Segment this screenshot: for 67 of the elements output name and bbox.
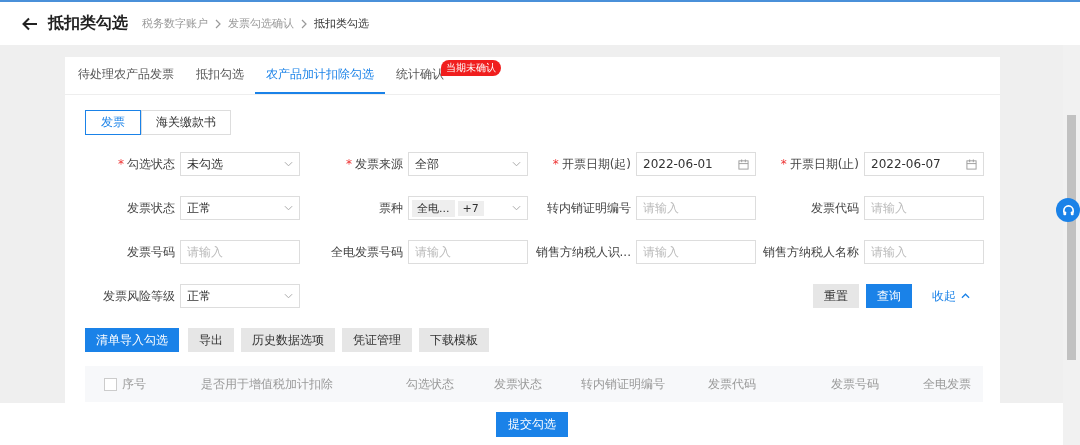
- input-field[interactable]: 请输入: [636, 196, 756, 220]
- collapse-link[interactable]: 收起: [932, 287, 970, 305]
- status-badge: 当期未确认: [441, 60, 501, 76]
- column-header: 序号: [122, 375, 147, 393]
- multi-select-field[interactable]: 全电... +7: [408, 196, 528, 220]
- input-field[interactable]: 请输入: [864, 240, 984, 264]
- submit-button[interactable]: 提交勾选: [495, 411, 568, 437]
- toolbar-button[interactable]: 历史数据选项: [241, 328, 335, 352]
- column-header: 发票状态: [494, 375, 543, 393]
- column-header: 全电发票: [923, 375, 972, 393]
- field-label: 票种: [378, 199, 403, 217]
- input-field[interactable]: 请输入: [180, 240, 300, 264]
- column-header: 转内销证明编号: [581, 375, 666, 393]
- select-tag: +7: [457, 200, 484, 216]
- field-label: 发票号码: [126, 243, 175, 261]
- column-header: 勾选状态: [406, 375, 455, 393]
- calendar-icon: [738, 158, 749, 170]
- field-label: 发票代码: [810, 199, 859, 217]
- toolbar-button[interactable]: 清单导入勾选: [85, 328, 179, 352]
- column-header: 发票代码: [708, 375, 757, 393]
- chevron-up-icon: [961, 293, 970, 299]
- input-field[interactable]: 请输入: [636, 240, 756, 264]
- field-label: 发票风险等级: [102, 287, 175, 305]
- page-title: 抵扣类勾选: [48, 13, 128, 34]
- reset-button[interactable]: 重置: [813, 284, 859, 308]
- select-field[interactable]: 未勾选: [180, 152, 300, 176]
- date-field[interactable]: 2022-06-01: [636, 152, 756, 176]
- tab[interactable]: 抵扣勾选: [185, 57, 255, 94]
- column-header: 发票号码: [831, 375, 880, 393]
- field-label: 销售方纳税人名称: [762, 243, 859, 261]
- field-label: 发票状态: [126, 199, 175, 217]
- toolbar-button[interactable]: 下载模板: [419, 328, 489, 352]
- tab[interactable]: 农产品加计扣除勾选: [255, 57, 385, 94]
- input-field[interactable]: 请输入: [408, 240, 528, 264]
- field-label: * 开票日期(止): [779, 155, 859, 173]
- segment-tab[interactable]: 发票: [85, 110, 141, 135]
- field-label: * 勾选状态: [117, 155, 175, 173]
- field-label: 转内销证明编号: [546, 199, 631, 217]
- query-button[interactable]: 查询: [866, 284, 912, 308]
- back-arrow-icon[interactable]: [22, 16, 38, 31]
- select-field[interactable]: 正常: [180, 196, 300, 220]
- column-header: 是否用于增值税加计扣除: [201, 375, 334, 393]
- toolbar-button[interactable]: 导出: [188, 328, 234, 352]
- field-label: 全电发票号码: [330, 243, 403, 261]
- input-field[interactable]: 请输入: [864, 196, 984, 220]
- chevron-down-icon: [512, 205, 521, 211]
- tab[interactable]: 待处理农产品发票: [67, 57, 185, 94]
- field-label: * 开票日期(起): [551, 155, 631, 173]
- chevron-down-icon: [512, 161, 521, 167]
- select-tag: 全电...: [412, 199, 455, 217]
- headset-button[interactable]: [1056, 198, 1080, 222]
- segment-tab[interactable]: 海关缴款书: [141, 110, 231, 135]
- calendar-icon: [966, 158, 977, 170]
- field-label: 销售方纳税人识...: [534, 243, 631, 261]
- chevron-down-icon: [284, 293, 293, 299]
- chevron-icon: [215, 18, 221, 29]
- chevron-down-icon: [284, 205, 293, 211]
- date-field[interactable]: 2022-06-07: [864, 152, 984, 176]
- select-field[interactable]: 正常: [180, 284, 300, 308]
- checkbox[interactable]: [104, 377, 117, 391]
- headset-icon: [1061, 203, 1075, 217]
- breadcrumb-link[interactable]: 抵扣类勾选: [314, 16, 369, 31]
- field-label: * 发票来源: [345, 155, 403, 173]
- select-field[interactable]: 全部: [408, 152, 528, 176]
- toolbar-button[interactable]: 凭证管理: [342, 328, 412, 352]
- chevron-down-icon: [284, 161, 293, 167]
- chevron-icon: [301, 18, 307, 29]
